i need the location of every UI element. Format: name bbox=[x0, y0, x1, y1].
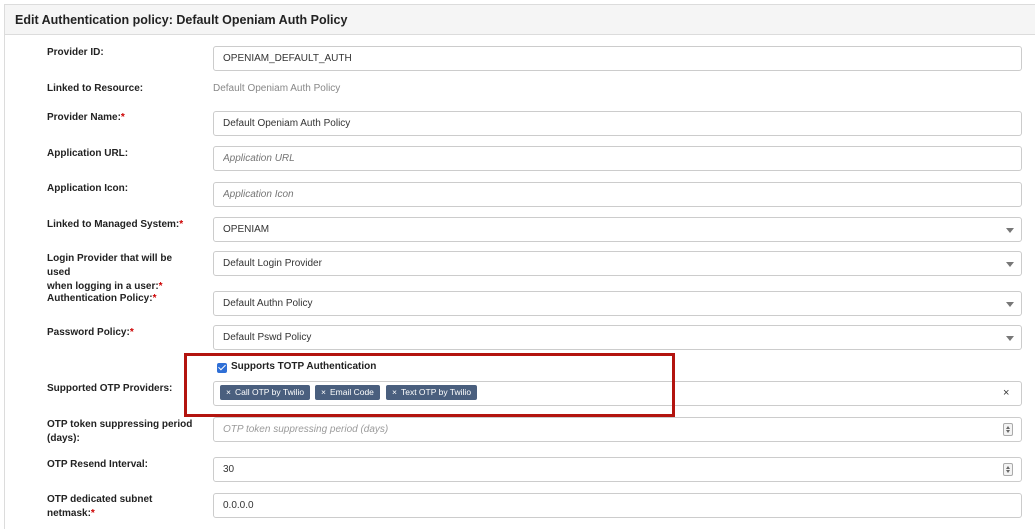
required-marker: * bbox=[129, 327, 134, 338]
application-icon-label: Application Icon: bbox=[47, 183, 129, 194]
managed-system-value: OPENIAM bbox=[223, 224, 270, 235]
otp-subnet-input[interactable] bbox=[213, 493, 1022, 518]
chevron-down-icon bbox=[1006, 302, 1014, 307]
otp-resend-input[interactable]: 30 bbox=[213, 457, 1022, 482]
provider-id-label: Provider ID: bbox=[47, 47, 104, 58]
linked-resource-label: Linked to Resource: bbox=[47, 83, 144, 94]
otp-providers-label: Supported OTP Providers: bbox=[47, 383, 173, 394]
required-marker: * bbox=[120, 112, 125, 123]
number-spinner-icon[interactable] bbox=[1003, 423, 1013, 436]
number-spinner-icon[interactable] bbox=[1003, 463, 1013, 476]
login-provider-label: Login Provider that will be used when log… bbox=[47, 253, 173, 292]
login-provider-value: Default Login Provider bbox=[223, 258, 322, 269]
managed-system-select[interactable]: OPENIAM bbox=[213, 217, 1022, 242]
managed-system-label: Linked to Managed System:* bbox=[47, 219, 184, 230]
highlight-annotation bbox=[184, 353, 675, 417]
provider-name-input[interactable] bbox=[213, 111, 1022, 136]
application-url-label: Application URL: bbox=[47, 148, 129, 159]
required-marker: * bbox=[179, 219, 184, 230]
authentication-policy-value: Default Authn Policy bbox=[223, 298, 313, 309]
chevron-down-icon bbox=[1006, 336, 1014, 341]
password-policy-value: Default Pswd Policy bbox=[223, 332, 312, 343]
page-title: Edit Authentication policy: Default Open… bbox=[15, 13, 348, 27]
panel-header: Edit Authentication policy: Default Open… bbox=[5, 5, 1035, 35]
otp-suppress-label: OTP token suppressing period (days): bbox=[47, 419, 193, 444]
otp-resend-value: 30 bbox=[223, 464, 235, 475]
otp-suppress-placeholder: OTP token suppressing period (days) bbox=[223, 424, 389, 435]
application-icon-input[interactable] bbox=[213, 182, 1022, 207]
provider-name-label: Provider Name:* bbox=[47, 112, 125, 123]
required-marker: * bbox=[158, 281, 163, 292]
provider-id-input[interactable] bbox=[213, 46, 1022, 71]
otp-subnet-label: OTP dedicated subnet netmask:* bbox=[47, 494, 153, 519]
clear-all-icon[interactable]: × bbox=[1003, 387, 1009, 399]
login-provider-select[interactable]: Default Login Provider bbox=[213, 251, 1022, 276]
password-policy-select[interactable]: Default Pswd Policy bbox=[213, 325, 1022, 350]
otp-suppress-input[interactable]: OTP token suppressing period (days) bbox=[213, 417, 1022, 442]
linked-resource-value: Default Openiam Auth Policy bbox=[213, 83, 341, 94]
authentication-policy-label: Authentication Policy:* bbox=[47, 293, 157, 304]
authentication-policy-select[interactable]: Default Authn Policy bbox=[213, 291, 1022, 316]
required-marker: * bbox=[90, 508, 95, 519]
password-policy-label: Password Policy:* bbox=[47, 327, 134, 338]
otp-resend-label: OTP Resend Interval: bbox=[47, 459, 148, 470]
application-url-input[interactable] bbox=[213, 146, 1022, 171]
required-marker: * bbox=[152, 293, 157, 304]
chevron-down-icon bbox=[1006, 228, 1014, 233]
chevron-down-icon bbox=[1006, 262, 1014, 267]
